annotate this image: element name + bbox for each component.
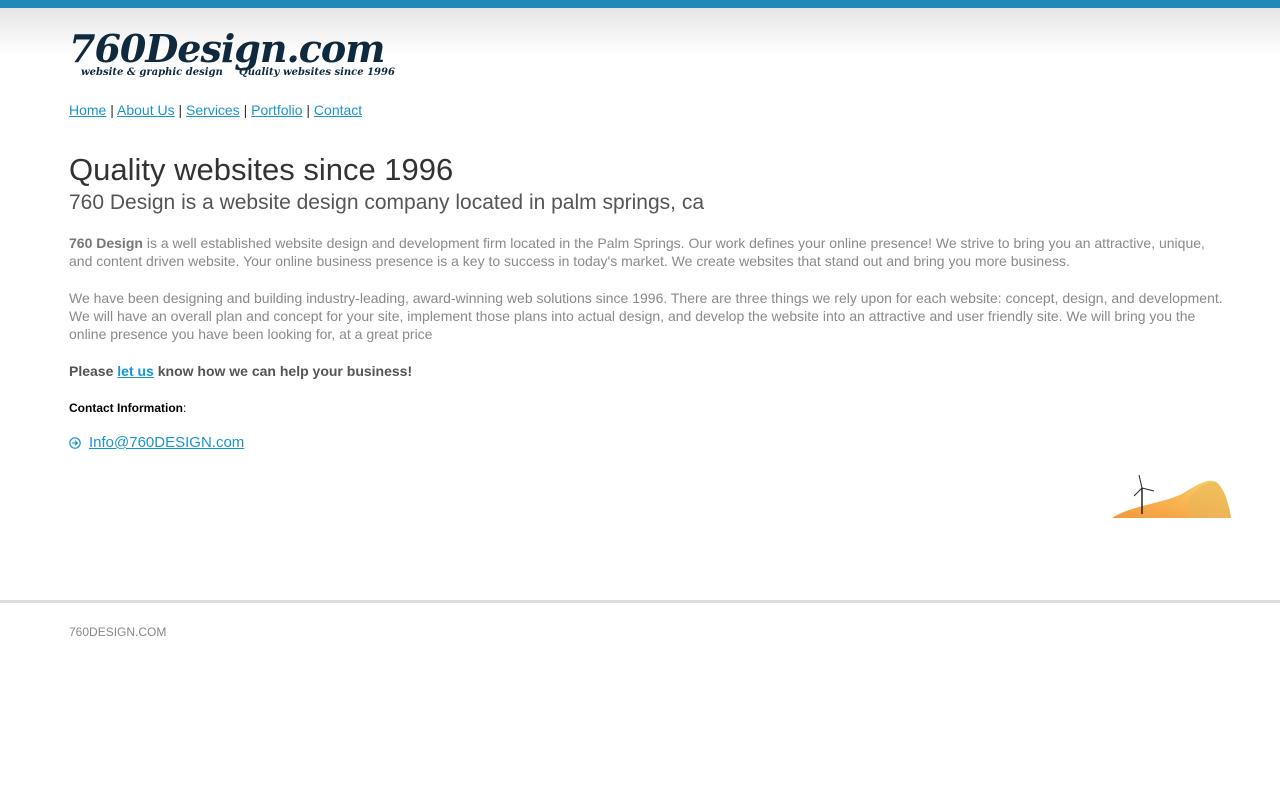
contact-info-label-text: Contact Information <box>69 401 183 415</box>
cta-text-before: Please <box>69 363 118 379</box>
footer-copyright: 760DESIGN.COM <box>69 625 167 639</box>
page-title: Quality websites since 1996 <box>69 152 454 187</box>
contact-info-label: Contact Information: <box>69 399 1229 417</box>
nav-separator: | <box>306 102 311 118</box>
main-nav: Home | About Us | Services | Portfolio |… <box>69 101 362 119</box>
nav-separator: | <box>110 102 114 118</box>
nav-about-link[interactable]: About Us <box>117 102 175 118</box>
call-to-action: Please let us know how we can help your … <box>69 362 1229 380</box>
cta-text-after: know how we can help your business! <box>153 363 413 379</box>
main-content: Quality websites since 1996 760 Design i… <box>69 152 1229 453</box>
contact-email-row: Info@760DESIGN.com <box>69 433 1229 453</box>
logo-tagline-left: website & graphic design <box>81 67 223 78</box>
intro-paragraph: 760 Design is a well established website… <box>69 234 1229 270</box>
nav-portfolio-link[interactable]: Portfolio <box>251 102 302 118</box>
footer-divider <box>0 600 1280 603</box>
nav-contact-link[interactable]: Contact <box>314 102 362 118</box>
contact-email-link[interactable]: Info@760DESIGN.com <box>89 433 244 453</box>
site-logo[interactable]: 760Design.com website & graphic design Q… <box>69 26 395 84</box>
page-subtitle: 760 Design is a website design company l… <box>69 191 705 214</box>
desert-windmill-icon <box>1112 474 1231 518</box>
about-paragraph: We have been designing and building indu… <box>69 290 1223 342</box>
nav-home-link[interactable]: Home <box>69 102 106 118</box>
company-name-bold: 760 Design <box>69 235 143 251</box>
contact-info-colon: : <box>183 401 187 415</box>
nav-services-link[interactable]: Services <box>186 102 240 118</box>
cta-let-us-link[interactable]: let us <box>117 363 154 379</box>
top-accent-bar <box>0 0 1280 8</box>
nav-separator: | <box>178 102 183 118</box>
logo-tagline-right: Quality websites since 1996 <box>239 67 395 78</box>
intro-paragraph-text: is a well established website design and… <box>69 235 1205 269</box>
circle-arrow-right-icon <box>69 437 81 449</box>
nav-separator: | <box>243 102 248 118</box>
